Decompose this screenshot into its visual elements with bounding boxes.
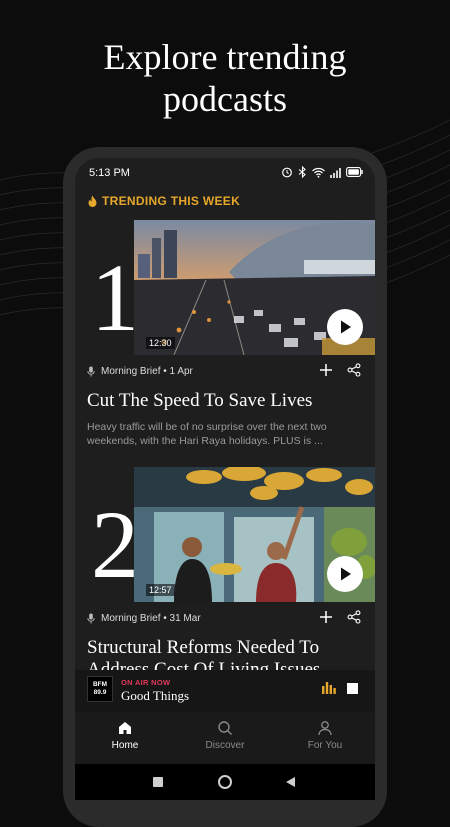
stop-button[interactable] — [347, 683, 358, 694]
station-logo: BFM 89.9 — [87, 676, 113, 702]
episode-rank: 1 — [91, 244, 139, 351]
status-bar: 5:13 PM — [75, 158, 375, 190]
share-icon[interactable] — [347, 610, 361, 624]
section-header: TRENDING THIS WEEK — [87, 194, 240, 208]
app-screen: 5:13 PM TRENDING THIS WEEK 1 12:30 Morni… — [75, 158, 375, 800]
episode-rank: 2 — [91, 491, 139, 598]
equalizer-icon — [322, 682, 336, 694]
alarm-icon — [282, 167, 292, 178]
tab-home[interactable]: Home — [75, 712, 175, 764]
episode-thumbnail[interactable]: 12:30 — [134, 220, 375, 355]
play-icon — [341, 320, 351, 334]
tab-discover-label: Discover — [205, 740, 245, 751]
episode-duration: 12:30 — [146, 337, 175, 349]
episode-description: Heavy traffic will be of no surprise ove… — [87, 421, 327, 447]
now-playing-bar[interactable]: BFM 89.9 ON AIR NOW Good Things — [75, 670, 375, 712]
bluetooth-icon — [298, 166, 306, 178]
wifi-icon — [312, 167, 325, 178]
tab-discover[interactable]: Discover — [175, 712, 275, 764]
tab-home-label: Home — [111, 740, 139, 751]
battery-icon — [346, 167, 363, 177]
signal-icon — [330, 167, 341, 178]
bottom-tab-bar: Home Discover For You — [75, 712, 375, 764]
add-icon[interactable] — [319, 363, 333, 377]
flame-icon — [88, 195, 97, 207]
episode-card-1[interactable]: 1 12:30 Morning Brief • 1 Apr Cut The Sp… — [75, 220, 375, 450]
play-button[interactable] — [327, 556, 363, 592]
now-playing-show: Good Things — [121, 688, 190, 703]
android-nav-bar — [75, 764, 375, 800]
episode-meta: Morning Brief • 1 Apr — [87, 366, 193, 377]
microphone-icon — [87, 366, 95, 377]
home-icon — [119, 722, 131, 734]
episode-duration: 12:57 — [146, 584, 175, 596]
user-icon — [318, 721, 332, 736]
tab-for-you-label: For You — [307, 740, 343, 751]
on-air-label: ON AIR NOW — [121, 678, 171, 687]
share-icon[interactable] — [347, 363, 361, 377]
headline: Explore trending podcasts — [0, 36, 450, 120]
episode-thumbnail[interactable]: 12:57 — [134, 467, 375, 602]
episode-show-date: Morning Brief • 31 Mar — [101, 613, 201, 624]
circle-icon[interactable] — [218, 775, 232, 789]
episode-actions — [319, 363, 361, 377]
play-icon — [341, 567, 351, 581]
play-button[interactable] — [327, 309, 363, 345]
section-title: TRENDING THIS WEEK — [102, 194, 241, 208]
headline-text: Explore trending podcasts — [103, 37, 347, 119]
back-triangle-icon[interactable] — [285, 776, 296, 788]
status-time: 5:13 PM — [89, 167, 130, 179]
search-icon — [218, 721, 232, 735]
square-icon[interactable] — [153, 777, 163, 787]
episode-show-date: Morning Brief • 1 Apr — [101, 366, 193, 377]
episode-meta: Morning Brief • 31 Mar — [87, 613, 201, 624]
add-icon[interactable] — [319, 610, 333, 624]
microphone-icon — [87, 613, 95, 624]
status-icons — [281, 166, 363, 178]
episode-actions — [319, 610, 361, 624]
tab-for-you[interactable]: For You — [275, 712, 375, 764]
episode-card-2[interactable]: 2 12:57 Morning Brief • 31 Mar Structura… — [75, 467, 375, 680]
episode-title[interactable]: Cut The Speed To Save Lives — [87, 390, 367, 412]
